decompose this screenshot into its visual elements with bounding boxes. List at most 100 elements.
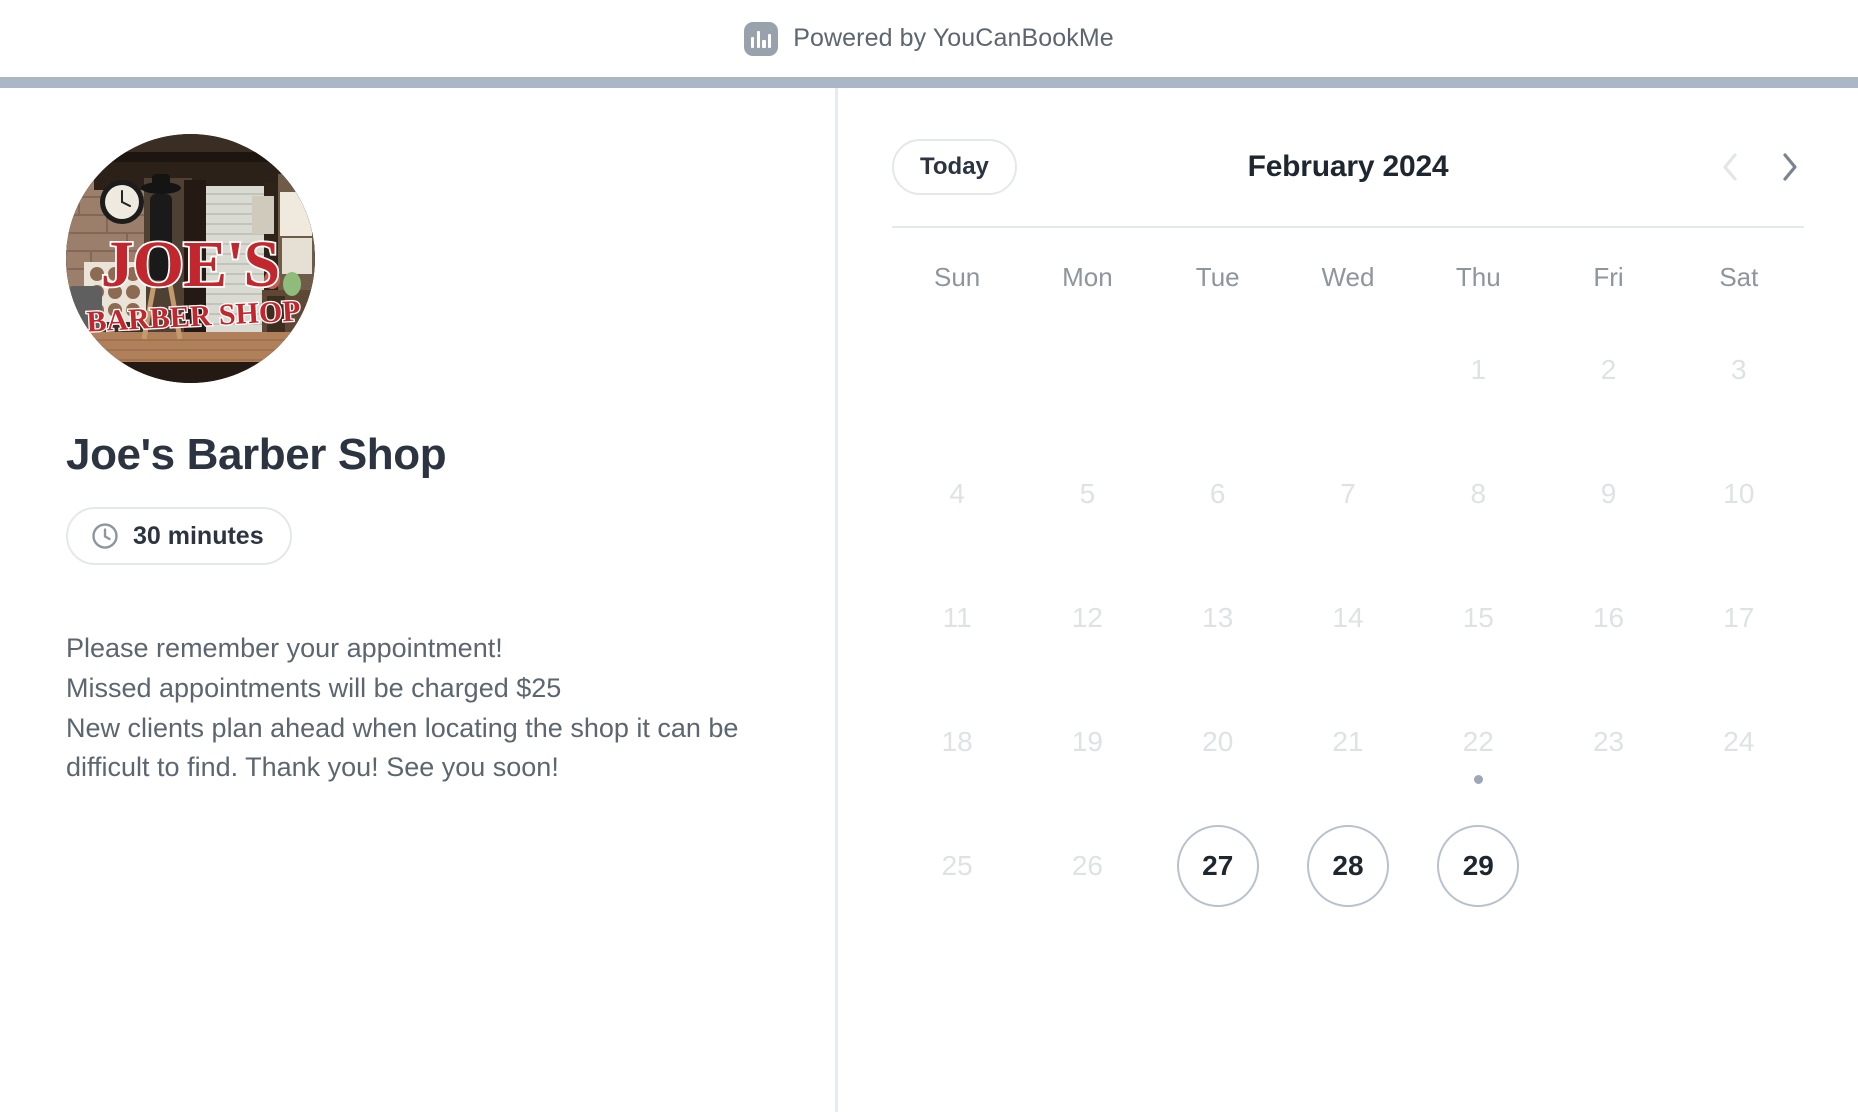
day-cell-17: 17	[1674, 555, 1804, 675]
calendar-month-label: February 2024	[1247, 150, 1449, 183]
weekday-header-mon: Mon	[1062, 262, 1113, 292]
day-cell-28[interactable]: 28	[1283, 803, 1413, 923]
accent-band	[0, 77, 1858, 88]
day-number: 6	[1209, 478, 1226, 509]
day-cell-19: 19	[1022, 679, 1152, 799]
day-number: 22	[1462, 726, 1494, 757]
weekday-header-thu: Thu	[1455, 262, 1501, 292]
previous-month-button[interactable]	[1716, 150, 1744, 184]
day-cell-25: 25	[892, 803, 1022, 923]
weekday-header-sun: Sun	[934, 262, 981, 292]
day-number: 16	[1592, 602, 1625, 633]
day-number: 26	[1071, 850, 1103, 881]
day-number: 9	[1600, 478, 1617, 509]
day-cell-10: 10	[1674, 431, 1804, 551]
day-cell-empty	[1674, 803, 1804, 923]
day-number: 23	[1592, 726, 1625, 757]
next-month-button[interactable]	[1776, 150, 1804, 184]
day-number[interactable]: 28	[1306, 825, 1389, 907]
day-cell-23: 23	[1543, 679, 1673, 799]
day-cell-20: 20	[1153, 679, 1283, 799]
calendar-week-row: 1 2 3	[892, 307, 1804, 427]
day-cell-8: 8	[1413, 431, 1543, 551]
day-number: 15	[1462, 602, 1494, 633]
weekday-header-wed: Wed	[1321, 262, 1375, 292]
day-number: 5	[1079, 478, 1096, 509]
powered-by-bar: Powered by YouCanBookMe	[0, 0, 1858, 77]
day-cell-13: 13	[1153, 555, 1283, 675]
day-cell-16: 16	[1543, 555, 1673, 675]
day-number[interactable]: 27	[1176, 825, 1259, 907]
day-number: 25	[941, 850, 973, 881]
day-cell-15: 15	[1413, 555, 1543, 675]
day-number: 8	[1470, 478, 1487, 509]
calendar-week-row: 25 26 27 28 29	[892, 803, 1804, 923]
day-number: 17	[1723, 602, 1755, 633]
day-cell-5: 5	[1022, 431, 1152, 551]
day-cell-7: 7	[1283, 431, 1413, 551]
calendar-grid: 1 2 3 4 5 6 7 8 9 10 11 12 13 14 15 16 17 18 19 20 21 22 23 24 2…	[892, 307, 1804, 923]
calendar-header: Today February 2024	[892, 134, 1804, 200]
duration-label: 30 minutes	[133, 521, 264, 550]
weekday-header-fri: Fri	[1593, 262, 1624, 292]
day-cell-14: 14	[1283, 555, 1413, 675]
day-number: 1	[1470, 354, 1487, 385]
ycbm-bars-logo-icon	[744, 21, 779, 56]
day-number: 12	[1071, 602, 1103, 633]
booking-info-panel: JOE'S BARBER SHOP Joe's Barber Shop 30 m…	[0, 88, 838, 1112]
powered-by-label: Powered by YouCanBookMe	[793, 24, 1114, 52]
day-cell-1: 1	[1413, 307, 1543, 427]
day-number: 13	[1202, 602, 1234, 633]
calendar-header-divider	[892, 226, 1804, 228]
calendar-panel: Today February 2024 Sun Mon Tue Wed Thu Fri Sa…	[838, 88, 1858, 1112]
day-cell-empty	[892, 307, 1022, 427]
day-cell-4: 4	[892, 431, 1022, 551]
calendar-week-row: 4 5 6 7 8 9 10	[892, 431, 1804, 551]
day-cell-3: 3	[1674, 307, 1804, 427]
day-number: 7	[1340, 478, 1356, 509]
day-cell-27[interactable]: 27	[1153, 803, 1283, 923]
today-button[interactable]: Today	[892, 139, 1017, 195]
day-number: 18	[941, 726, 973, 757]
duration-badge: 30 minutes	[66, 507, 292, 566]
day-number: 20	[1202, 726, 1234, 757]
day-number: 11	[942, 602, 972, 633]
day-number: 10	[1723, 478, 1755, 509]
day-cell-empty	[1543, 803, 1673, 923]
chevron-right-icon	[1783, 153, 1797, 181]
chevron-left-icon	[1723, 153, 1737, 181]
page-title: Joe's Barber Shop	[66, 430, 447, 479]
day-cell-22: 22	[1413, 679, 1543, 799]
day-number: 24	[1723, 726, 1755, 757]
day-cell-empty	[1153, 307, 1283, 427]
day-cell-18: 18	[892, 679, 1022, 799]
main-content: JOE'S BARBER SHOP Joe's Barber Shop 30 m…	[0, 88, 1858, 1112]
day-cell-12: 12	[1022, 555, 1152, 675]
day-cell-26: 26	[1022, 803, 1152, 923]
day-number[interactable]: 29	[1437, 825, 1520, 907]
weekday-header-tue: Tue	[1195, 262, 1240, 292]
day-cell-29[interactable]: 29	[1413, 803, 1543, 923]
calendar-weekday-row: Sun Mon Tue Wed Thu Fri Sat	[892, 252, 1804, 303]
day-cell-6: 6	[1153, 431, 1283, 551]
day-cell-21: 21	[1283, 679, 1413, 799]
day-cell-empty	[1022, 307, 1152, 427]
day-cell-24: 24	[1674, 679, 1804, 799]
day-number: 21	[1332, 726, 1364, 757]
day-number: 2	[1600, 354, 1617, 385]
day-number: 14	[1332, 602, 1364, 633]
clock-icon	[92, 523, 118, 549]
calendar-week-row: 18 19 20 21 22 23 24	[892, 679, 1804, 799]
today-dot-indicator	[1473, 775, 1483, 784]
day-cell-empty	[1283, 307, 1413, 427]
calendar-week-row: 11 12 13 14 15 16 17	[892, 555, 1804, 675]
svg-text:JOE'S: JOE'S	[101, 228, 279, 301]
day-number: 3	[1731, 354, 1747, 385]
calendar-nav-group	[1716, 150, 1804, 184]
day-number: 4	[949, 478, 965, 509]
day-cell-9: 9	[1543, 431, 1673, 551]
day-cell-11: 11	[892, 555, 1022, 675]
day-number: 19	[1071, 726, 1103, 757]
weekday-header-sat: Sat	[1719, 262, 1759, 292]
day-cell-2: 2	[1543, 307, 1673, 427]
